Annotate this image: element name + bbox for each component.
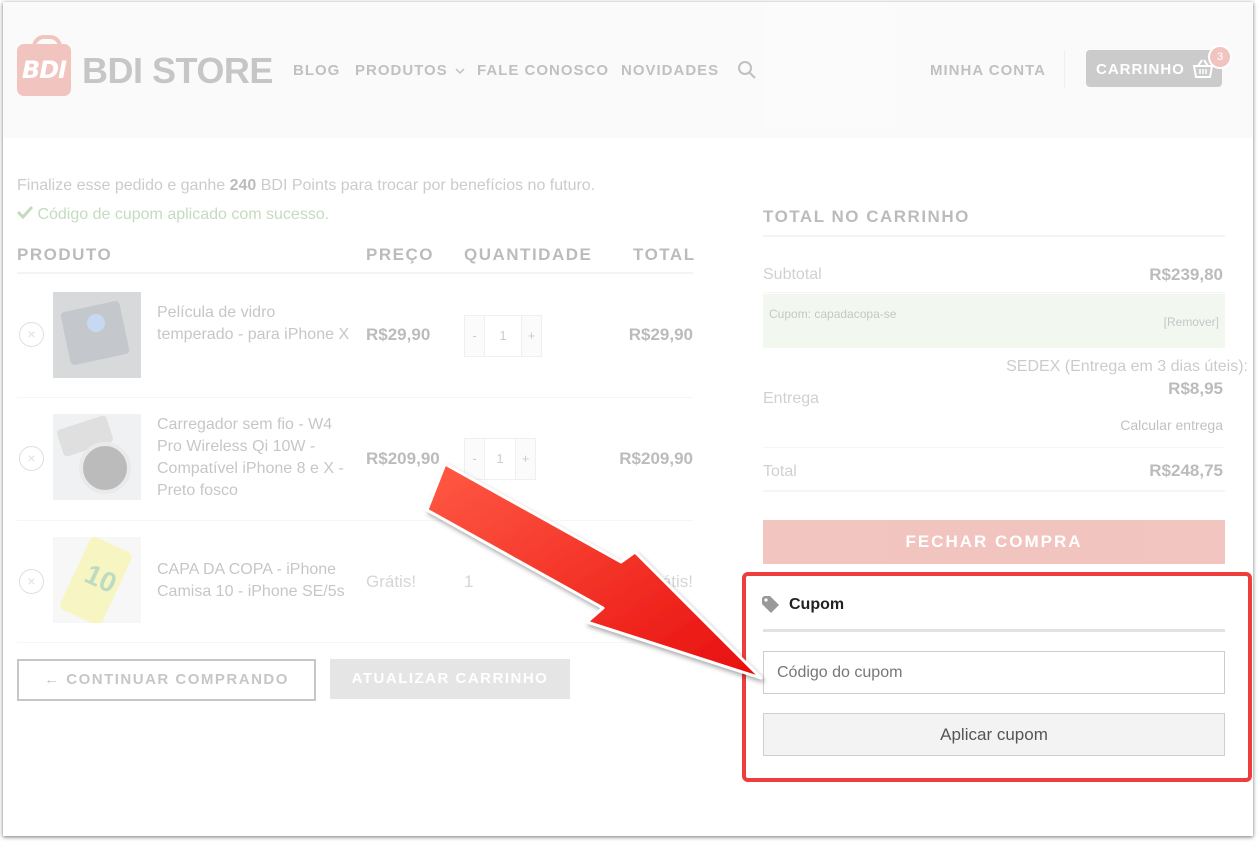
screenshot-frame: BDI BDI STORE BLOG PRODUTOS FALE CONOSCO… (3, 2, 1253, 836)
red-arrow-icon (425, 462, 763, 680)
